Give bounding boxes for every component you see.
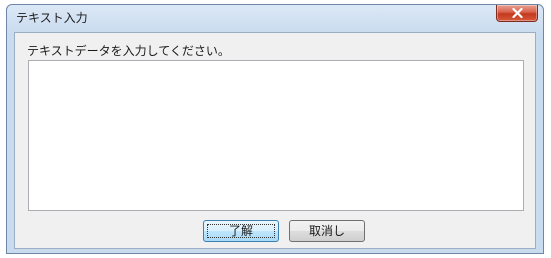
title-bar[interactable]: テキスト入力	[7, 5, 543, 29]
cancel-button[interactable]: 取消し	[289, 220, 365, 242]
close-button[interactable]	[496, 5, 538, 22]
ok-button[interactable]: 了解	[203, 220, 279, 242]
text-input-area[interactable]	[28, 60, 524, 211]
prompt-label: テキストデータを入力してください。	[27, 44, 230, 58]
dialog-content: テキストデータを入力してください。 了解 取消し	[14, 32, 536, 249]
cancel-button-label: 取消し	[308, 224, 345, 238]
dialog-window: テキスト入力 テキストデータを入力してください。 了解 取消し	[6, 4, 544, 254]
focus-rectangle	[207, 224, 275, 238]
window-title: テキスト入力	[16, 11, 88, 25]
close-icon	[512, 8, 523, 18]
